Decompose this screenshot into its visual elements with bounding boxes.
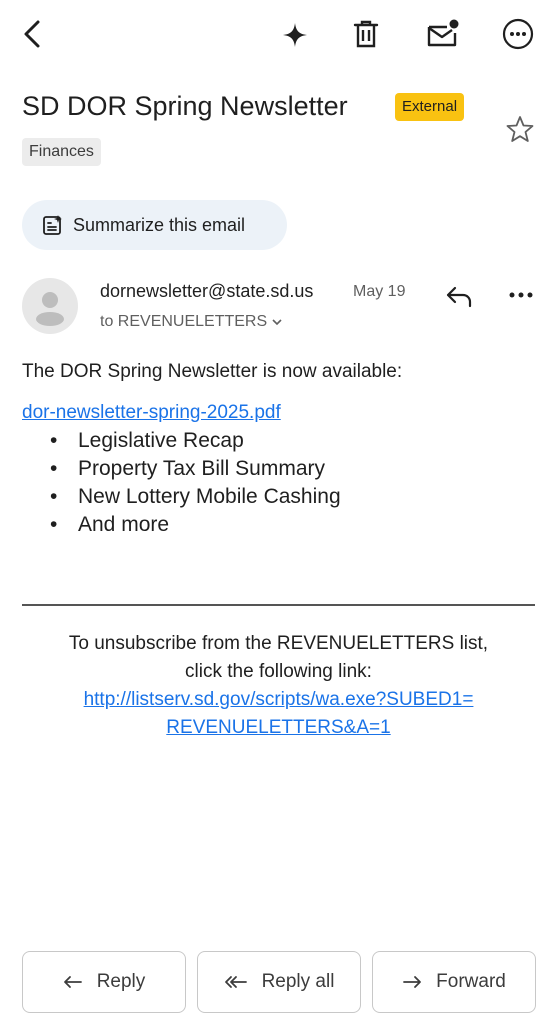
reply-all-icon	[224, 974, 248, 990]
summarize-icon	[42, 214, 64, 236]
back-icon[interactable]	[14, 14, 50, 54]
email-subject: SD DOR Spring Newsletter	[22, 91, 348, 121]
forward-icon	[402, 974, 422, 990]
unsubscribe-text-line1: To unsubscribe from the REVENUELETTERS l…	[68, 633, 489, 654]
unsubscribe-link-line1[interactable]: http://listserv.sd.gov/scripts/wa.exe?SU…	[22, 686, 535, 714]
unsubscribe-block: To unsubscribe from the REVENUELETTERS l…	[22, 630, 535, 742]
sender-address: dornewsletter@state.sd.us	[100, 281, 314, 301]
recipient-label: to REVENUELETTERS	[100, 313, 268, 330]
external-badge: External	[395, 93, 465, 121]
attachment-link[interactable]: dor-newsletter-spring-2025.pdf	[22, 399, 281, 427]
trash-icon[interactable]	[348, 14, 384, 54]
forward-button[interactable]: Forward	[372, 951, 536, 1013]
reply-icon[interactable]	[442, 280, 476, 312]
mark-unread-icon[interactable]	[422, 14, 462, 54]
reply-all-button[interactable]: Reply all	[197, 951, 361, 1013]
chevron-down-icon	[272, 318, 282, 326]
email-date: May 19	[353, 283, 406, 300]
sparkle-icon[interactable]	[277, 16, 313, 54]
divider	[22, 604, 535, 606]
reply-icon	[63, 974, 83, 990]
unsubscribe-text-line2: click the following link:	[185, 661, 372, 682]
body-intro: The DOR Spring Newsletter is now availab…	[22, 361, 403, 382]
list-item: Legislative Recap	[50, 427, 341, 455]
label-chip[interactable]: Finances	[22, 138, 101, 166]
unsubscribe-link-line2[interactable]: REVENUELETTERS&A=1	[22, 714, 535, 742]
newsletter-topics-list: Legislative Recap Property Tax Bill Summ…	[50, 427, 341, 539]
star-icon[interactable]	[505, 114, 535, 144]
reply-button[interactable]: Reply	[22, 951, 186, 1013]
list-item: New Lottery Mobile Cashing	[50, 483, 341, 511]
forward-button-label: Forward	[436, 971, 506, 992]
summarize-label: Summarize this email	[73, 214, 246, 235]
list-item: And more	[50, 511, 341, 539]
recipient-details[interactable]: to REVENUELETTERS	[100, 311, 282, 333]
list-item: Property Tax Bill Summary	[50, 455, 341, 483]
more-options-icon[interactable]	[498, 14, 538, 54]
reply-all-button-label: Reply all	[261, 971, 335, 992]
summarize-button[interactable]: Summarize this email	[22, 200, 287, 250]
message-more-icon[interactable]	[504, 282, 538, 308]
reply-button-label: Reply	[96, 971, 146, 992]
avatar[interactable]	[22, 278, 78, 334]
